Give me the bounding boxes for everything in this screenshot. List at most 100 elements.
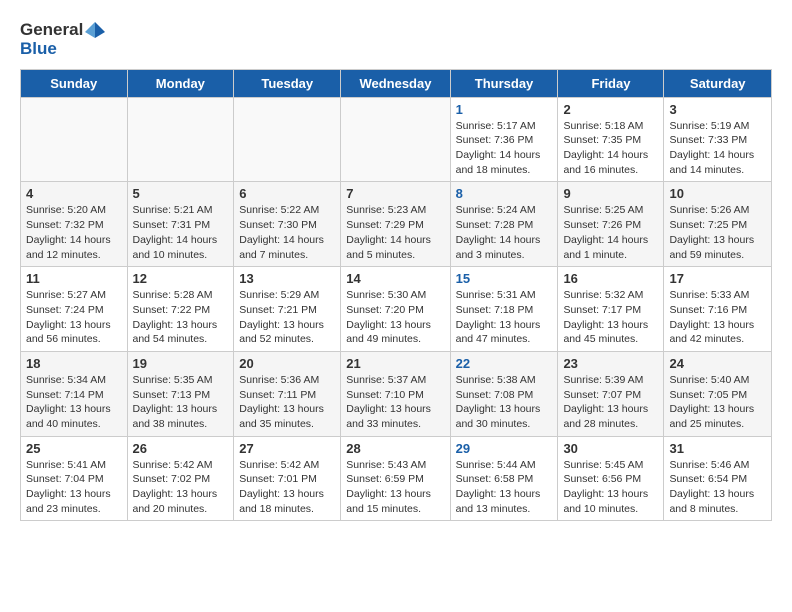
calendar-cell: 30 Sunrise: 5:45 AM Sunset: 6:56 PM Dayli… [558, 436, 664, 521]
calendar-cell: 6 Sunrise: 5:22 AM Sunset: 7:30 PM Daylig… [234, 182, 341, 267]
cell-content: Sunrise: 5:37 AM Sunset: 7:10 PM Dayligh… [346, 373, 444, 432]
day-number: 15 [456, 271, 553, 286]
day-number: 30 [563, 441, 658, 456]
weekday-header-row: SundayMondayTuesdayWednesdayThursdayFrid… [21, 69, 772, 97]
calendar-cell: 29Sunrise: 5:44 AM Sunset: 6:58 PM Dayli… [450, 436, 558, 521]
cell-content: Sunrise: 5:20 AM Sunset: 7:32 PM Dayligh… [26, 203, 122, 262]
cell-content: Sunrise: 5:21 AM Sunset: 7:31 PM Dayligh… [133, 203, 229, 262]
calendar-cell: 16 Sunrise: 5:32 AM Sunset: 7:17 PM Dayli… [558, 267, 664, 352]
calendar-week-row: 4 Sunrise: 5:20 AM Sunset: 7:32 PM Daylig… [21, 182, 772, 267]
calendar-week-row: 11Sunrise: 5:27 AM Sunset: 7:24 PM Dayli… [21, 267, 772, 352]
cell-content: Sunrise: 5:31 AM Sunset: 7:18 PM Dayligh… [456, 288, 553, 347]
calendar-cell: 20 Sunrise: 5:36 AM Sunset: 7:11 PM Dayli… [234, 351, 341, 436]
cell-content: Sunrise: 5:19 AM Sunset: 7:33 PM Dayligh… [669, 119, 766, 178]
cell-content: Sunrise: 5:42 AM Sunset: 7:02 PM Dayligh… [133, 458, 229, 517]
day-number: 29 [456, 441, 553, 456]
calendar-cell: 18 Sunrise: 5:34 AM Sunset: 7:14 PM Dayli… [21, 351, 128, 436]
calendar-cell [341, 97, 450, 182]
cell-content: Sunrise: 5:43 AM Sunset: 6:59 PM Dayligh… [346, 458, 444, 517]
day-number: 8 [456, 186, 553, 201]
logo-container: General Blue [20, 20, 105, 59]
calendar-cell: 17 Sunrise: 5:33 AM Sunset: 7:16 PM Dayli… [664, 267, 772, 352]
calendar-cell: 12 Sunrise: 5:28 AM Sunset: 7:22 PM Dayli… [127, 267, 234, 352]
cell-content: Sunrise: 5:29 AM Sunset: 7:21 PM Dayligh… [239, 288, 335, 347]
day-number: 14 [346, 271, 444, 286]
day-number: 12 [133, 271, 229, 286]
calendar-week-row: 25 Sunrise: 5:41 AM Sunset: 7:04 PM Dayli… [21, 436, 772, 521]
day-number: 7 [346, 186, 444, 201]
calendar-cell: 26 Sunrise: 5:42 AM Sunset: 7:02 PM Dayli… [127, 436, 234, 521]
calendar-cell: 23Sunrise: 5:39 AM Sunset: 7:07 PM Dayli… [558, 351, 664, 436]
cell-content: Sunrise: 5:40 AM Sunset: 7:05 PM Dayligh… [669, 373, 766, 432]
day-number: 13 [239, 271, 335, 286]
calendar-cell: 28 Sunrise: 5:43 AM Sunset: 6:59 PM Dayli… [341, 436, 450, 521]
day-number: 5 [133, 186, 229, 201]
page-header: General Blue [20, 20, 772, 59]
day-number: 10 [669, 186, 766, 201]
cell-content: Sunrise: 5:26 AM Sunset: 7:25 PM Dayligh… [669, 203, 766, 262]
day-number: 6 [239, 186, 335, 201]
cell-content: Sunrise: 5:46 AM Sunset: 6:54 PM Dayligh… [669, 458, 766, 517]
day-number: 16 [563, 271, 658, 286]
day-number: 21 [346, 356, 444, 371]
cell-content: Sunrise: 5:38 AM Sunset: 7:08 PM Dayligh… [456, 373, 553, 432]
cell-content: Sunrise: 5:18 AM Sunset: 7:35 PM Dayligh… [563, 119, 658, 178]
cell-content: Sunrise: 5:24 AM Sunset: 7:28 PM Dayligh… [456, 203, 553, 262]
cell-content: Sunrise: 5:41 AM Sunset: 7:04 PM Dayligh… [26, 458, 122, 517]
logo-bird-icon [85, 20, 105, 40]
cell-content: Sunrise: 5:28 AM Sunset: 7:22 PM Dayligh… [133, 288, 229, 347]
day-number: 1 [456, 102, 553, 117]
calendar-cell: 27 Sunrise: 5:42 AM Sunset: 7:01 PM Dayli… [234, 436, 341, 521]
weekday-header-friday: Friday [558, 69, 664, 97]
day-number: 28 [346, 441, 444, 456]
day-number: 4 [26, 186, 122, 201]
calendar-week-row: 18 Sunrise: 5:34 AM Sunset: 7:14 PM Dayli… [21, 351, 772, 436]
weekday-header-thursday: Thursday [450, 69, 558, 97]
day-number: 22 [456, 356, 553, 371]
calendar-cell: 2 Sunrise: 5:18 AM Sunset: 7:35 PM Daylig… [558, 97, 664, 182]
calendar-cell [127, 97, 234, 182]
logo: General Blue [20, 20, 105, 59]
weekday-header-tuesday: Tuesday [234, 69, 341, 97]
calendar-cell: 31Sunrise: 5:46 AM Sunset: 6:54 PM Dayli… [664, 436, 772, 521]
day-number: 11 [26, 271, 122, 286]
day-number: 27 [239, 441, 335, 456]
calendar-cell: 22 Sunrise: 5:38 AM Sunset: 7:08 PM Dayli… [450, 351, 558, 436]
day-number: 17 [669, 271, 766, 286]
cell-content: Sunrise: 5:25 AM Sunset: 7:26 PM Dayligh… [563, 203, 658, 262]
cell-content: Sunrise: 5:22 AM Sunset: 7:30 PM Dayligh… [239, 203, 335, 262]
day-number: 18 [26, 356, 122, 371]
calendar-cell: 3Sunrise: 5:19 AM Sunset: 7:33 PM Daylig… [664, 97, 772, 182]
calendar-cell: 11Sunrise: 5:27 AM Sunset: 7:24 PM Dayli… [21, 267, 128, 352]
weekday-header-sunday: Sunday [21, 69, 128, 97]
weekday-header-wednesday: Wednesday [341, 69, 450, 97]
calendar-cell: 4 Sunrise: 5:20 AM Sunset: 7:32 PM Daylig… [21, 182, 128, 267]
cell-content: Sunrise: 5:33 AM Sunset: 7:16 PM Dayligh… [669, 288, 766, 347]
day-number: 26 [133, 441, 229, 456]
cell-content: Sunrise: 5:42 AM Sunset: 7:01 PM Dayligh… [239, 458, 335, 517]
cell-content: Sunrise: 5:34 AM Sunset: 7:14 PM Dayligh… [26, 373, 122, 432]
calendar-table: SundayMondayTuesdayWednesdayThursdayFrid… [20, 69, 772, 522]
calendar-cell: 8 Sunrise: 5:24 AM Sunset: 7:28 PM Daylig… [450, 182, 558, 267]
cell-content: Sunrise: 5:36 AM Sunset: 7:11 PM Dayligh… [239, 373, 335, 432]
calendar-cell [21, 97, 128, 182]
cell-content: Sunrise: 5:23 AM Sunset: 7:29 PM Dayligh… [346, 203, 444, 262]
calendar-week-row: 1Sunrise: 5:17 AM Sunset: 7:36 PM Daylig… [21, 97, 772, 182]
cell-content: Sunrise: 5:30 AM Sunset: 7:20 PM Dayligh… [346, 288, 444, 347]
logo-general-text: General [20, 21, 83, 40]
day-number: 20 [239, 356, 335, 371]
day-number: 24 [669, 356, 766, 371]
calendar-cell: 13 Sunrise: 5:29 AM Sunset: 7:21 PM Dayli… [234, 267, 341, 352]
calendar-cell: 15 Sunrise: 5:31 AM Sunset: 7:18 PM Dayli… [450, 267, 558, 352]
logo-blue-text: Blue [20, 40, 57, 59]
day-number: 25 [26, 441, 122, 456]
cell-content: Sunrise: 5:45 AM Sunset: 6:56 PM Dayligh… [563, 458, 658, 517]
calendar-cell: 1Sunrise: 5:17 AM Sunset: 7:36 PM Daylig… [450, 97, 558, 182]
day-number: 2 [563, 102, 658, 117]
day-number: 9 [563, 186, 658, 201]
calendar-cell: 25 Sunrise: 5:41 AM Sunset: 7:04 PM Dayli… [21, 436, 128, 521]
cell-content: Sunrise: 5:32 AM Sunset: 7:17 PM Dayligh… [563, 288, 658, 347]
calendar-cell: 24 Sunrise: 5:40 AM Sunset: 7:05 PM Dayli… [664, 351, 772, 436]
weekday-header-monday: Monday [127, 69, 234, 97]
cell-content: Sunrise: 5:39 AM Sunset: 7:07 PM Dayligh… [563, 373, 658, 432]
